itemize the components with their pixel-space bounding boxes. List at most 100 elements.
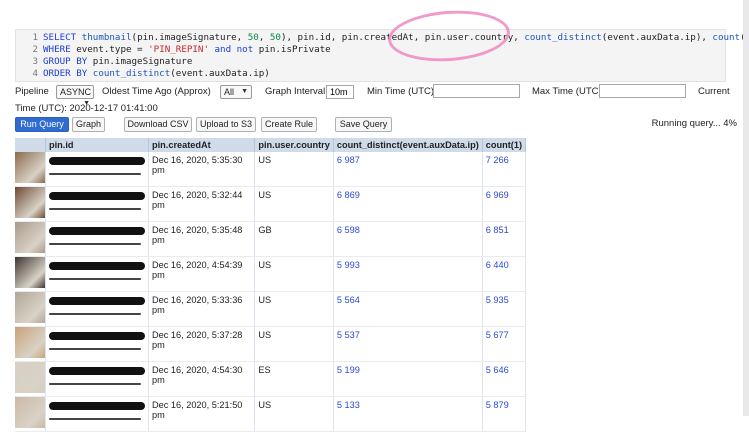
redacted-pin-id — [49, 402, 145, 410]
run-query-button[interactable]: Run Query — [15, 117, 69, 132]
thumbnail-cell — [15, 361, 46, 397]
code-token: and not — [208, 44, 259, 55]
redaction-underline — [49, 173, 141, 175]
pin-thumbnail — [15, 152, 45, 183]
upload-s3-button[interactable]: Upload to S3 — [196, 117, 256, 132]
pin-thumbnail — [15, 362, 45, 393]
pin-id-cell — [45, 152, 149, 187]
created-at-cell: Dec 16, 2020, 5:35:48 pm — [148, 221, 256, 257]
country-cell: US — [254, 152, 334, 187]
code-token: count_distinct — [92, 68, 171, 79]
header-count: count(1) — [482, 138, 527, 152]
table-row[interactable]: Dec 16, 2020, 5:37:28 pm US 5 537 5 677 — [15, 326, 527, 362]
code-line-1: 1 SELECT thumbnail(pin.imageSignature, 50… — [16, 32, 749, 44]
code-token: pin.imageSignature — [92, 56, 193, 67]
code-token: count_distinct — [524, 32, 602, 43]
created-at-cell: Dec 16, 2020, 5:33:36 pm — [148, 291, 256, 327]
code-token: pin.isPrivate — [258, 44, 331, 55]
table-row[interactable]: Dec 16, 2020, 4:54:39 pm US 5 993 6 440 — [15, 256, 527, 292]
redaction-underline — [49, 243, 141, 245]
table-row[interactable]: Dec 16, 2020, 5:35:30 pm US 6 987 7 266 — [15, 152, 527, 187]
table-row[interactable]: Dec 16, 2020, 5:33:36 pm US 5 564 5 935 — [15, 291, 527, 327]
thumbnail-cell — [15, 186, 46, 222]
oldest-time-select-value: All — [224, 87, 235, 97]
count-distinct-cell: 5 537 — [333, 326, 483, 362]
table-row[interactable]: Dec 16, 2020, 5:21:50 pm US 5 133 5 879 — [15, 396, 527, 432]
code-token: (event.auxData.ip) — [170, 68, 270, 79]
table-row[interactable]: Dec 16, 2020, 5:32:44 pm US 6 869 6 969 — [15, 186, 527, 222]
redaction-underline — [49, 348, 141, 350]
pin-thumbnail — [15, 187, 45, 218]
pin-id-cell — [45, 256, 149, 292]
code-token: 'PIN_REPIN' — [148, 44, 209, 55]
redaction-underline — [49, 278, 141, 280]
created-at-cell: Dec 16, 2020, 5:37:28 pm — [148, 326, 256, 362]
redaction-underline — [49, 313, 141, 315]
pin-thumbnail — [15, 397, 45, 428]
redaction-underline — [49, 383, 141, 385]
results-body: Dec 16, 2020, 5:35:30 pm US 6 987 7 266 Dec … — [15, 152, 527, 432]
header-created-at: pin.createdAt — [148, 138, 256, 152]
count-distinct-cell: 6 598 — [333, 221, 483, 257]
pin-id-cell — [45, 186, 149, 222]
current-time-label: Current — [698, 86, 730, 97]
count-cell: 6 851 — [482, 221, 527, 257]
code-token: 50 — [247, 32, 259, 43]
code-token: event.type = — [76, 44, 149, 55]
save-query-button[interactable]: Save Query — [335, 117, 392, 132]
thumbnail-cell — [15, 221, 46, 257]
graph-button[interactable]: Graph — [72, 117, 105, 132]
graph-interval-input[interactable] — [326, 85, 354, 99]
code-token: GROUP BY — [43, 56, 93, 67]
code-token: (pin.imageSignature, — [131, 32, 248, 43]
code-token: (event.auxData.ip), — [601, 32, 713, 43]
country-cell: US — [254, 291, 334, 327]
count-cell: 5 677 — [482, 326, 527, 362]
count-distinct-cell: 6 987 — [333, 152, 483, 187]
create-rule-button[interactable]: Create Rule — [261, 117, 317, 132]
pin-id-cell — [45, 291, 149, 327]
country-cell: US — [254, 396, 334, 432]
redacted-pin-id — [49, 227, 145, 235]
created-at-cell: Dec 16, 2020, 5:21:50 pm — [148, 396, 256, 432]
oldest-time-label: Oldest Time Ago (Approx) — [102, 86, 211, 97]
table-row[interactable]: Dec 16, 2020, 4:54:30 pm ES 5 199 5 646 — [15, 361, 527, 397]
max-time-input[interactable] — [599, 84, 686, 98]
count-cell: 7 266 — [482, 152, 527, 187]
country-cell: US — [254, 186, 334, 222]
header-user-country: pin.user.country — [254, 138, 334, 152]
min-time-label: Min Time (UTC): — [367, 86, 437, 97]
code-token: WHERE — [43, 44, 77, 55]
count-cell: 5 646 — [482, 361, 527, 397]
pin-id-cell — [45, 361, 149, 397]
redacted-pin-id — [49, 157, 145, 165]
sql-editor[interactable]: 1 SELECT thumbnail(pin.imageSignature, 50… — [15, 29, 749, 82]
query-status: Running query... 4% — [651, 118, 737, 129]
count-distinct-cell: 5 133 — [333, 396, 483, 432]
redaction-underline — [49, 208, 141, 210]
download-csv-button[interactable]: Download CSV — [124, 117, 192, 132]
count-cell: 6 440 — [482, 256, 527, 292]
pipeline-select[interactable]: ASYNC ▼ — [56, 85, 94, 107]
header-pin-id: pin.id — [45, 138, 149, 152]
pipeline-select-value: ASYNC — [60, 87, 92, 97]
pin-thumbnail — [15, 222, 45, 253]
table-row[interactable]: Dec 16, 2020, 5:35:48 pm GB 6 598 6 851 — [15, 221, 527, 257]
count-cell: 6 969 — [482, 186, 527, 222]
redacted-pin-id — [49, 367, 145, 375]
oldest-time-select[interactable]: All ▼ — [220, 85, 252, 99]
redaction-underline — [49, 418, 141, 420]
redacted-pin-id — [49, 332, 145, 340]
redacted-pin-id — [49, 297, 145, 305]
pin-id-cell — [45, 326, 149, 362]
count-distinct-cell: 5 199 — [333, 361, 483, 397]
country-cell: US — [254, 256, 334, 292]
country-cell: US — [254, 326, 334, 362]
line-number: 2 — [32, 44, 38, 55]
pin-id-cell — [45, 396, 149, 432]
code-token: ), pin.id, pin.createdAt, pin.user.count… — [280, 32, 525, 43]
count-distinct-cell: 5 993 — [333, 256, 483, 292]
min-time-input[interactable] — [433, 84, 520, 98]
code-token: 50 — [269, 32, 281, 43]
code-token: thumbnail — [81, 32, 132, 43]
